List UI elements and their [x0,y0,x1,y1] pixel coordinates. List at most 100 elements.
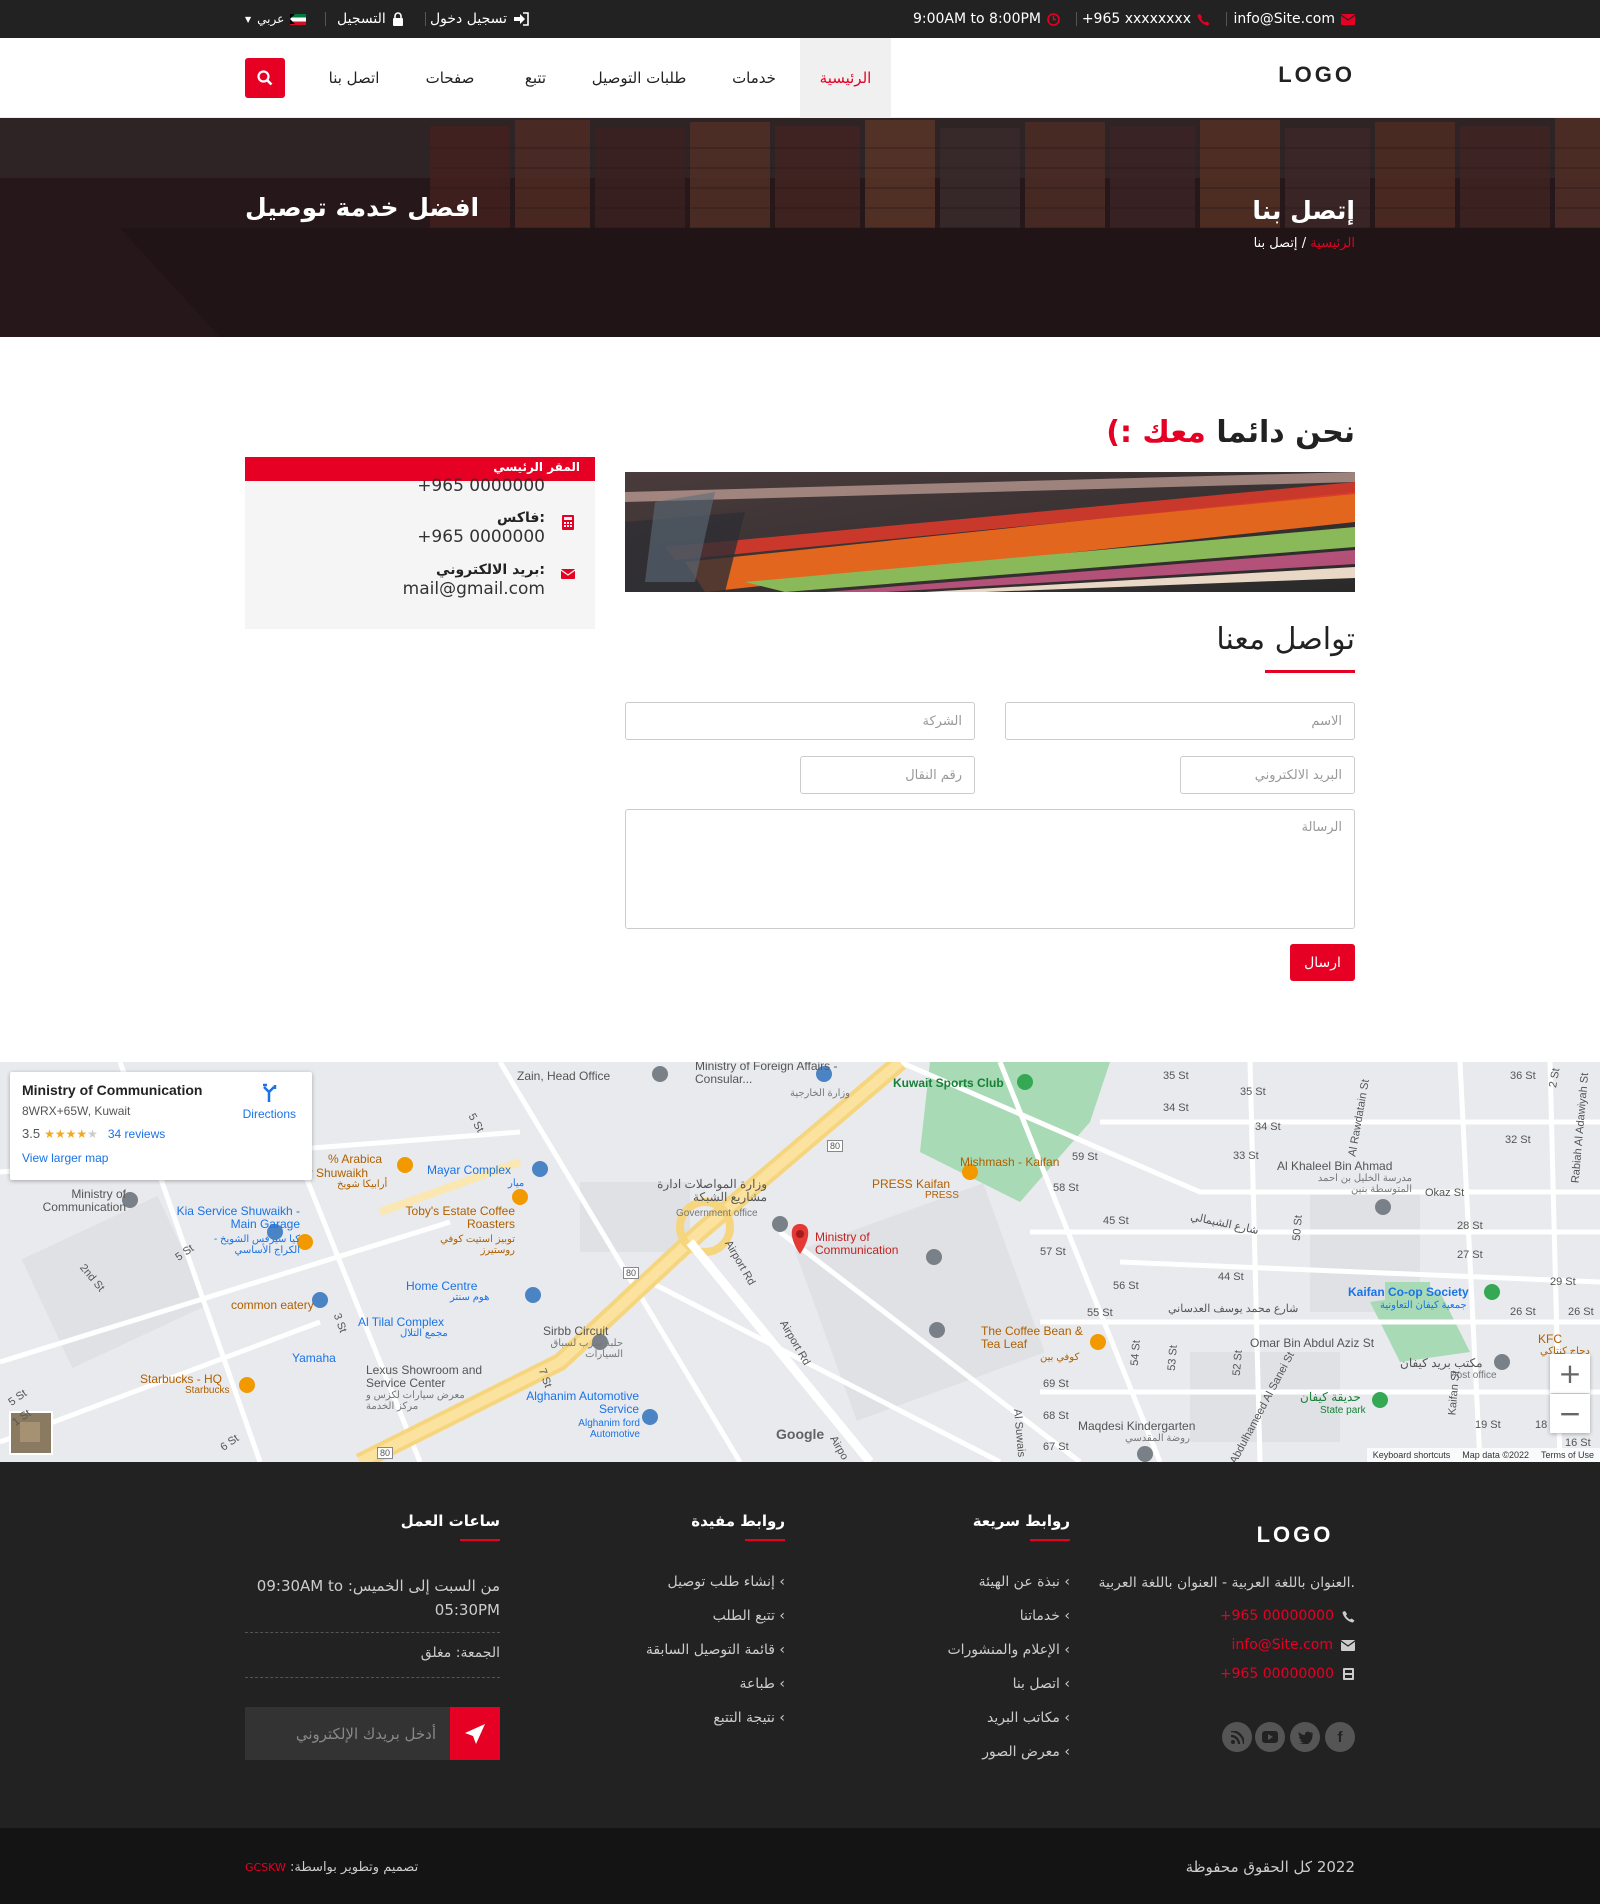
map-label-tilal-ar: مجمع التلال [400,1328,448,1339]
footer-link[interactable]: قائمة التوصيل السابقة ‹ [646,1642,785,1658]
fax-icon [1343,1668,1354,1680]
google-map[interactable]: Zain, Head Office Ministry of Foreign Af… [0,1062,1600,1462]
breadcrumb-home[interactable]: الرئيسية [1310,236,1355,251]
kuwait-flag-icon [290,13,307,25]
footer-link[interactable]: الإعلام والمنشورات ‹ [947,1642,1070,1658]
chevron-left-icon: ‹ [779,1676,785,1692]
map-street-label: 35 St [1240,1086,1266,1098]
keyboard-shortcuts-link[interactable]: Keyboard shortcuts [1373,1450,1451,1460]
rss-icon [1230,1730,1244,1744]
youtube-icon [1262,1731,1278,1743]
chevron-left-icon: ‹ [1064,1676,1070,1692]
map-street-label: 56 St [1113,1280,1139,1292]
topbar-phone[interactable]: +965 xxxxxxxx [1082,0,1210,38]
map-street-label: 19 St [1475,1419,1501,1431]
developer-credit: تصميم وتطوير بواسطة: GCSKW [245,1860,419,1875]
chevron-down-icon: ▼ [245,14,252,24]
view-larger-map-link[interactable]: View larger map [22,1151,300,1165]
footer-link[interactable]: طباعة ‹ [739,1676,785,1692]
footer-link[interactable]: اتصل بنا ‹ [1013,1676,1070,1692]
nav-pages[interactable]: صفحات [413,38,487,118]
developer-link[interactable]: GCSKW [245,1861,286,1874]
nav-contact[interactable]: اتصل بنا [315,38,393,118]
footer-link[interactable]: نتيجة التتبع ‹ [713,1710,785,1726]
footer-link[interactable]: تتبع الطلب ‹ [713,1608,785,1624]
send-button[interactable]: ارسال [1290,944,1355,981]
map-street-label: 28 St [1457,1220,1483,1232]
search-button[interactable] [245,58,285,98]
nav-home[interactable]: الرئيسية [800,38,891,118]
map-zoom-out[interactable]: − [1550,1394,1590,1433]
nav-services[interactable]: خدمات [720,38,788,118]
map-street-label: 36 St [1510,1070,1536,1082]
map-label-mayar: Mayar Complex [427,1163,512,1177]
facebook-button[interactable]: f [1325,1722,1355,1752]
footer-link[interactable]: خدماتنا ‹ [1020,1608,1070,1624]
site-footer: LOGO العنوان باللغة العربية - العنوان با… [0,1462,1600,1828]
contact-email[interactable]: mail@gmail.com [403,579,545,599]
email-field[interactable]: البريد الالكتروني [1180,756,1355,794]
twitter-button[interactable] [1290,1722,1320,1752]
footer-logo[interactable]: LOGO [1235,1522,1355,1548]
search-icon [257,70,273,86]
map-street-label: 29 St [1550,1276,1576,1288]
map-reviews-link[interactable]: 34 reviews [108,1127,165,1141]
chevron-left-icon: ‹ [1064,1574,1070,1590]
map-label-press-sub: PRESS [925,1190,959,1201]
map-label-gov-office: Government office [676,1208,758,1219]
login-link[interactable]: تسجيل دخول [430,0,529,38]
quick-links-title: روابط سريعة [972,1512,1070,1530]
hours-divider [245,1632,500,1633]
language-selector[interactable]: ▼ عربي [245,0,307,38]
name-field[interactable]: الاسم [1005,702,1355,740]
map-label-kaifan-coop-ar: جمعية كيفان التعاونية [1380,1300,1467,1311]
facebook-icon: f [1337,1728,1343,1746]
map-label-tilal: Al Tilal Complex [358,1315,445,1329]
footer-link[interactable]: إنشاء طلب توصيل ‹ [668,1574,785,1590]
rss-button[interactable] [1222,1722,1252,1752]
terms-link[interactable]: Terms of Use [1541,1450,1594,1460]
map-zoom-in[interactable]: + [1550,1354,1590,1393]
map-label-mishmash: Mishmash - Kaifan [960,1155,1060,1169]
contact-phone: +965 0000000 [417,476,545,496]
sign-in-icon [514,12,529,26]
footer-link[interactable]: نبذة عن الهيئة ‹ [979,1574,1070,1590]
footer-email[interactable]: info@Site.com [1232,1637,1355,1653]
site-logo[interactable]: LOGO [1278,62,1355,88]
breadcrumb: الرئيسية / إتصل بنا [1254,236,1355,251]
map-street-label: 52 St [1230,1349,1245,1377]
map-label-press: PRESS Kaifan [872,1177,951,1191]
map-label-post: مكتب بريد كيفان [1400,1356,1483,1370]
hours-divider [245,1677,500,1678]
youtube-button[interactable] [1255,1722,1285,1752]
message-field[interactable]: الرسالة [625,809,1355,929]
company-field[interactable]: الشركة [625,702,975,740]
fax-icon [562,515,574,530]
useful-links-title: روابط مفيدة [691,1512,785,1530]
topbar-email[interactable]: info@Site.com [1234,0,1355,38]
nav-track[interactable]: تتبع [513,38,558,118]
map-label-maqdesi: Maqdesi Kindergarten [1078,1419,1196,1433]
useful-links-underline [745,1539,785,1541]
copyright-bar: 2022 كل الحقوق محفوظة تصميم وتطوير بواسط… [0,1828,1600,1904]
newsletter-submit-button[interactable] [450,1707,500,1760]
nav-delivery-requests[interactable]: طلبات التوصيل [578,38,700,118]
map-label-tobys-ar: توبيز استيت كوفي روستيرز [440,1234,515,1256]
footer-fax: +965 00000000 [1220,1666,1355,1682]
mobile-field[interactable]: رقم النقال [800,756,975,794]
footer-link[interactable]: معرض الصور ‹ [982,1744,1070,1760]
map-label-moc-ar: وزارة المواصلات ادارة مشاريع الشبكة [657,1177,767,1204]
contact-fax: +965 0000000 [417,527,545,547]
map-directions-button[interactable]: Directions [243,1082,296,1121]
fax-label: فاكس: [497,510,545,526]
newsletter-email-input[interactable]: أدخل بريدك الإلكتروني [245,1707,450,1760]
top-bar: info@Site.com +965 xxxxxxxx 9:00AM to 8:… [0,0,1600,38]
envelope-icon [1341,1639,1355,1651]
footer-link[interactable]: مكاتب البريد ‹ [987,1710,1070,1726]
working-hours-underline [460,1539,500,1541]
topbar-divider [325,12,326,26]
map-label-mfa-ar: وزارة الخارجية [790,1088,850,1099]
map-label-zain: Zain, Head Office [517,1069,611,1083]
register-link[interactable]: التسجيل [337,0,404,38]
map-rating: 3.5 ★★★★★ 34 reviews [22,1126,166,1141]
